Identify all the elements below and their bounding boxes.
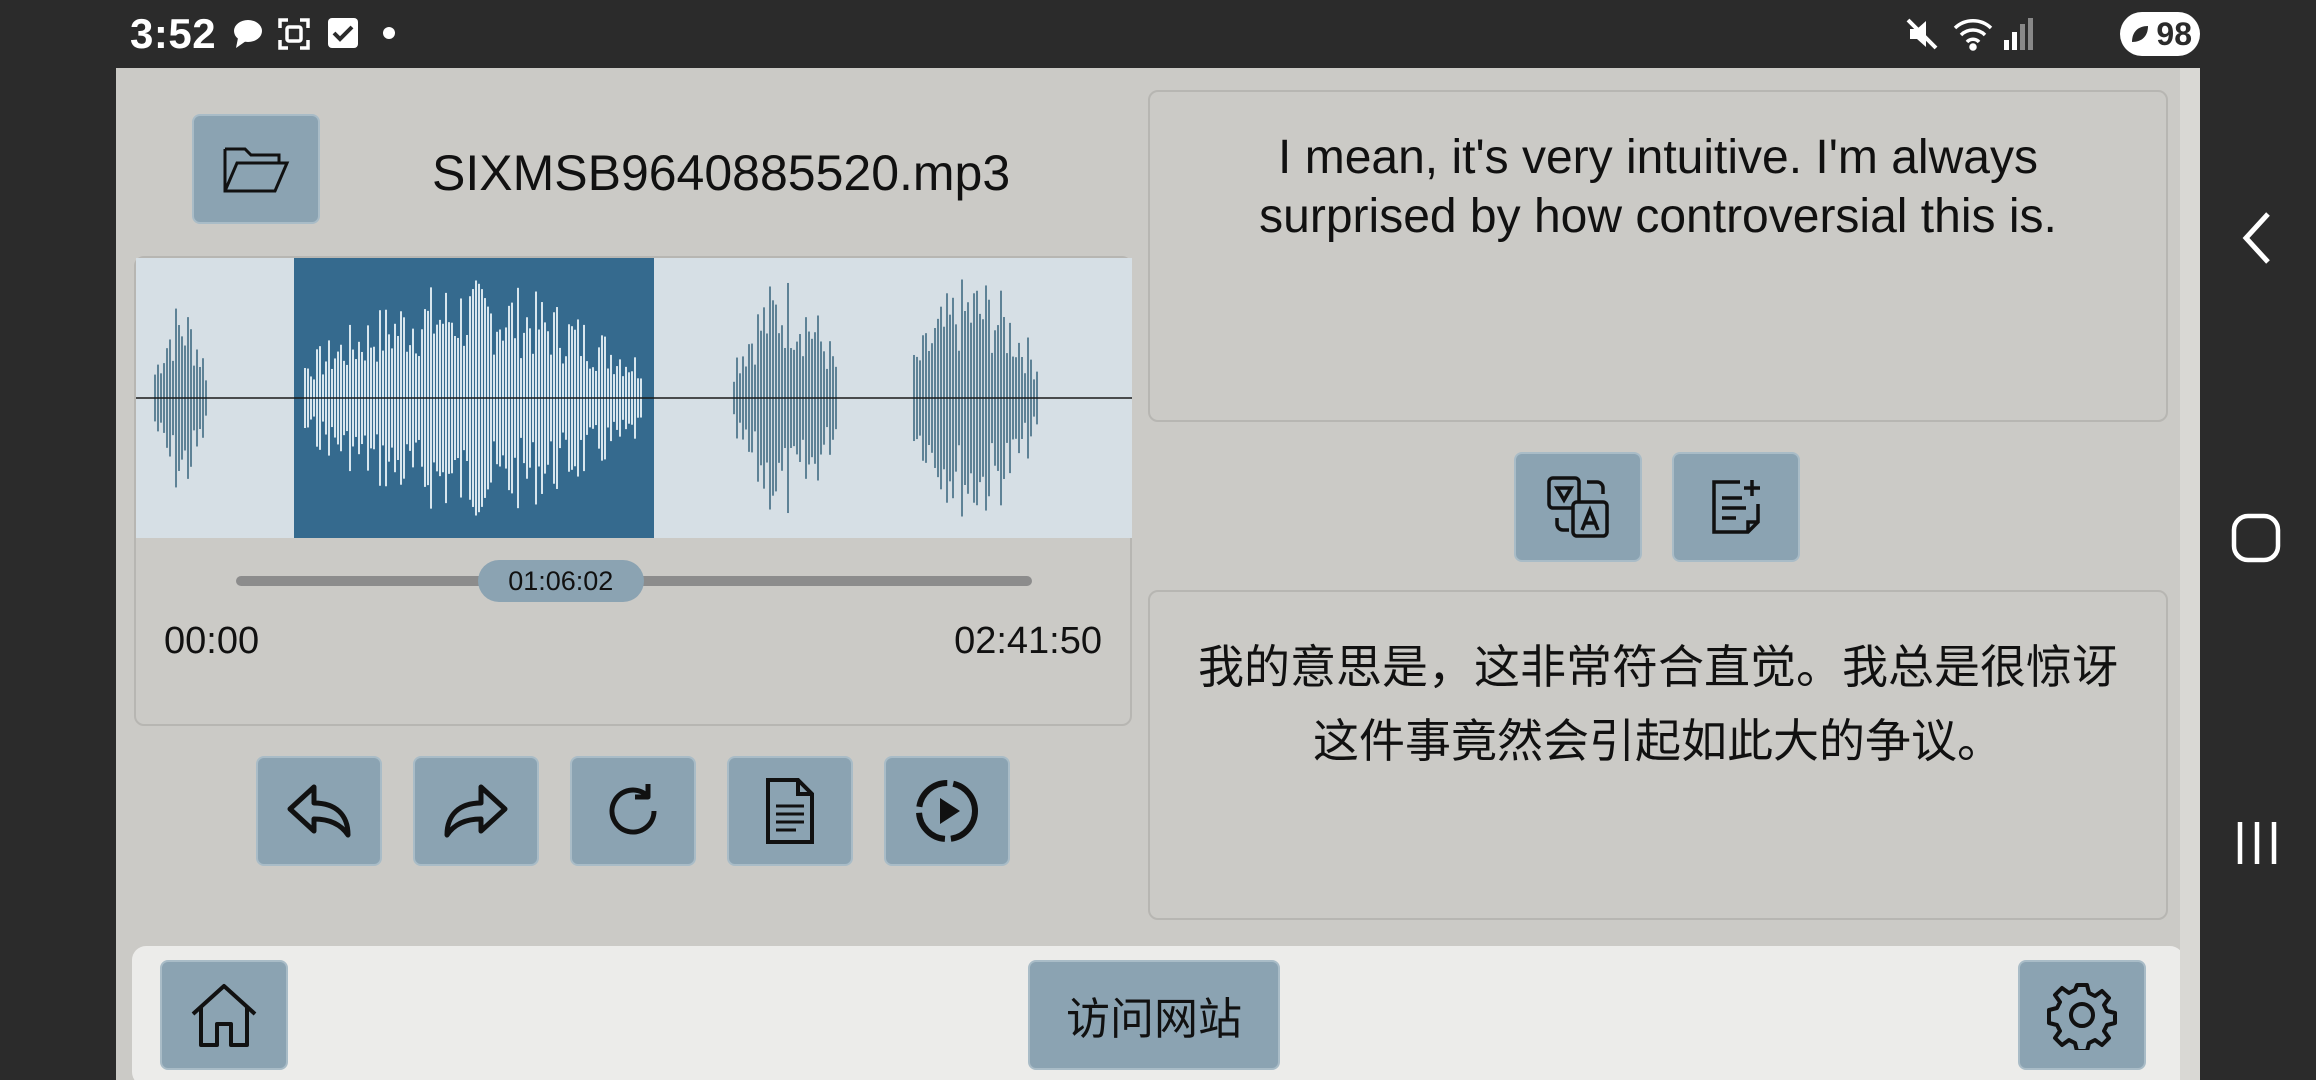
- seek-thumb[interactable]: 01:06:02: [477, 560, 644, 602]
- repeat-button[interactable]: [570, 756, 696, 866]
- home-button[interactable]: [160, 960, 288, 1070]
- signal-icon: [2002, 16, 2034, 57]
- next-sentence-button[interactable]: [413, 756, 539, 866]
- settings-button[interactable]: [2018, 960, 2146, 1070]
- translate-button[interactable]: [1514, 452, 1642, 562]
- phone-screen: 3:52 98 SIXMSB9640885520.mp3 01:06:02 00…: [0, 0, 2316, 1080]
- chinese-line-2: 这件事竟然会引起如此大的争议。: [1313, 715, 2003, 767]
- recents-icon[interactable]: [2232, 818, 2282, 868]
- battery-icon: 98: [2120, 12, 2200, 56]
- visit-website-label: 访问网站: [1066, 995, 1242, 1044]
- navigation-bar: [2200, 0, 2316, 1080]
- battery-level: 98: [2156, 16, 2192, 52]
- chinese-text-panel: 我的意思是，这非常符合直觉。我总是很惊讶 这件事竟然会引起如此大的争议。: [1148, 590, 2168, 920]
- app-window: SIXMSB9640885520.mp3 01:06:02 00:00 02:4…: [116, 68, 2200, 1080]
- add-note-button[interactable]: [1672, 452, 1800, 562]
- open-file-button[interactable]: [192, 114, 320, 224]
- autoplay-button[interactable]: [884, 756, 1010, 866]
- dot-icon: [382, 26, 396, 45]
- forward-icon: [444, 784, 508, 838]
- end-time: 02:41:50: [954, 620, 1102, 662]
- waveform-graph: [136, 279, 1132, 517]
- mute-icon: [1904, 16, 1940, 57]
- home-nav-icon[interactable]: [2230, 512, 2282, 564]
- translate-icon: [1547, 476, 1609, 538]
- checkbox-icon: [326, 16, 360, 55]
- chinese-line-1: 我的意思是，这非常符合直觉。我总是很惊讶: [1198, 641, 2118, 693]
- folder-icon: [223, 147, 290, 193]
- note-add-icon: [1712, 480, 1760, 534]
- transcript-button[interactable]: [727, 756, 853, 866]
- start-time: 00:00: [164, 620, 260, 662]
- gear-icon: [2047, 983, 2117, 1050]
- status-time: 3:52: [130, 10, 217, 57]
- file-name: SIXMSB9640885520.mp3: [432, 145, 1011, 201]
- english-text-panel: I mean, it's very intuitive. I'm always …: [1148, 90, 2168, 422]
- status-bar: 3:52 98: [116, 0, 2200, 68]
- waveform[interactable]: [136, 258, 1132, 538]
- home-icon: [191, 984, 257, 1047]
- previous-sentence-button[interactable]: [256, 756, 382, 866]
- play-circle-icon: [916, 780, 978, 842]
- visit-website-button[interactable]: 访问网站: [1028, 960, 1280, 1070]
- screenshot-icon: [276, 16, 312, 57]
- reply-icon: [287, 784, 351, 838]
- english-line-2: surprised by how controversial this is.: [1259, 190, 2057, 243]
- nav-divider: [2180, 68, 2200, 1080]
- refresh-icon: [609, 784, 657, 835]
- document-icon: [766, 778, 814, 844]
- english-line-1: I mean, it's very intuitive. I'm always: [1278, 131, 2038, 184]
- back-icon[interactable]: [2236, 210, 2280, 266]
- wifi-icon: [1952, 16, 1994, 57]
- bottom-bar: 访问网站: [132, 946, 2184, 1080]
- chat-bubble-icon: [230, 16, 266, 57]
